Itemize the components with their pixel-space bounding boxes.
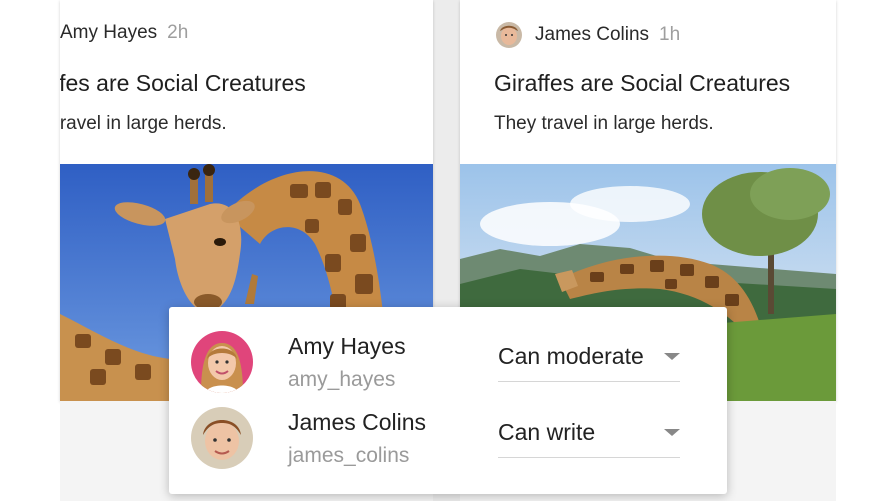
post-title[interactable]: Giraffes are Social Creatures <box>494 70 790 97</box>
post-time: 2h <box>167 22 189 43</box>
permission-selected-value: Can write <box>498 419 596 445</box>
post-meta: Amy Hayes 2h <box>60 22 188 44</box>
post-meta: James Colins 1h <box>496 22 680 48</box>
permission-selected-value: Can moderate <box>498 343 644 369</box>
permission-dropdown[interactable]: Can moderate <box>498 339 680 382</box>
chevron-down-icon[interactable] <box>664 353 680 360</box>
avatar <box>191 407 253 469</box>
member-username: james_colins <box>288 444 410 467</box>
post-description: / travel in large herds. <box>60 113 227 134</box>
post-time: 1h <box>659 24 681 45</box>
post-title[interactable]: iffes are Social Creatures <box>60 70 306 97</box>
member-permissions-popup: Amy Hayes amy_hayes Can moderate James C… <box>169 307 727 494</box>
avatar <box>191 331 253 393</box>
member-row[interactable]: Amy Hayes amy_hayes Can moderate <box>169 329 727 399</box>
post-author[interactable]: James Colins <box>535 24 649 46</box>
permission-dropdown[interactable]: Can write <box>498 415 680 458</box>
member-name: James Colins <box>288 409 427 435</box>
member-row[interactable]: James Colins james_colins Can write <box>169 405 727 475</box>
member-name: Amy Hayes <box>288 333 406 359</box>
post-description: They travel in large herds. <box>494 113 714 134</box>
member-username: amy_hayes <box>288 368 396 391</box>
author-avatar[interactable] <box>496 22 522 48</box>
chevron-down-icon[interactable] <box>664 429 680 436</box>
post-author[interactable]: Amy Hayes <box>60 22 157 44</box>
